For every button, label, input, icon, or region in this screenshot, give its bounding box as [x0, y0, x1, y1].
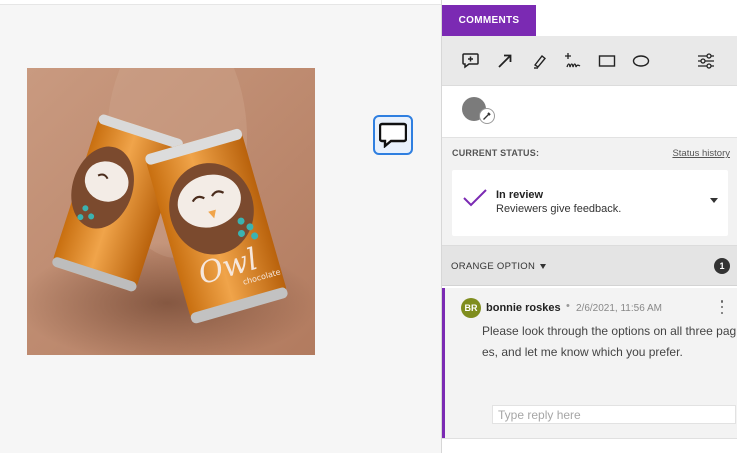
reply-input[interactable] [492, 405, 736, 424]
caret-down-icon [540, 264, 546, 269]
panel-tabbar: COMMENTS [442, 0, 737, 36]
comment-item: BR bonnie roskes • 2/6/2021, 11:56 AM Pl… [442, 288, 737, 438]
artwork-image[interactable]: Owl chocolate [27, 68, 315, 355]
avatar: BR [461, 298, 481, 318]
eyedropper-icon [483, 112, 491, 120]
separator-dot: • [566, 300, 570, 312]
comment-body: Please look through the options on all t… [482, 324, 737, 359]
checkmark-icon [463, 189, 487, 207]
speech-bubble-icon [379, 122, 407, 148]
settings-sliders-icon [698, 53, 714, 69]
current-status-label: CURRENT STATUS: [452, 148, 540, 158]
add-comment-tool[interactable] [454, 44, 488, 78]
ellipse-icon [632, 54, 650, 67]
arrow-tool[interactable] [488, 44, 522, 78]
comment-author: bonnie roskes [486, 302, 561, 314]
comment-timestamp: 2/6/2021, 11:56 AM [576, 303, 662, 314]
status-history-link[interactable]: Status history [672, 148, 730, 159]
freehand-tool[interactable] [556, 44, 590, 78]
more-options-icon[interactable] [718, 300, 726, 314]
comment-count-badge: 1 [714, 258, 730, 274]
canvas-top-bar [0, 0, 441, 5]
toolbar-settings-button[interactable] [689, 44, 723, 78]
comment-add-icon [462, 52, 479, 68]
rectangle-icon [598, 54, 616, 67]
markup-toolbar [442, 36, 737, 86]
canvas-area: Owl chocolate [0, 0, 441, 453]
status-section: CURRENT STATUS: Status history In review… [442, 138, 737, 246]
ellipse-tool[interactable] [624, 44, 658, 78]
group-label: ORANGE OPTION [451, 261, 536, 272]
status-title: In review [496, 189, 544, 201]
highlighter-tool[interactable] [522, 44, 556, 78]
highlighter-icon [533, 54, 546, 69]
markup-color-row [442, 86, 737, 138]
comments-panel: COMMENTS CURRENT STATUS: Status history … [441, 0, 737, 453]
caret-down-icon [710, 198, 718, 203]
arrow-icon [498, 54, 512, 68]
color-picker-button[interactable] [479, 108, 495, 124]
comment-pin-marker[interactable] [373, 115, 413, 155]
freehand-icon [565, 52, 581, 67]
tab-comments[interactable]: COMMENTS [442, 5, 536, 36]
panel-footer [442, 438, 737, 453]
status-subtitle: Reviewers give feedback. [496, 203, 622, 215]
owl-can-illustration: Owl chocolate [27, 68, 315, 355]
status-dropdown[interactable]: In review Reviewers give feedback. [452, 170, 728, 236]
rectangle-tool[interactable] [590, 44, 624, 78]
comment-group-header[interactable]: ORANGE OPTION 1 [442, 246, 737, 286]
